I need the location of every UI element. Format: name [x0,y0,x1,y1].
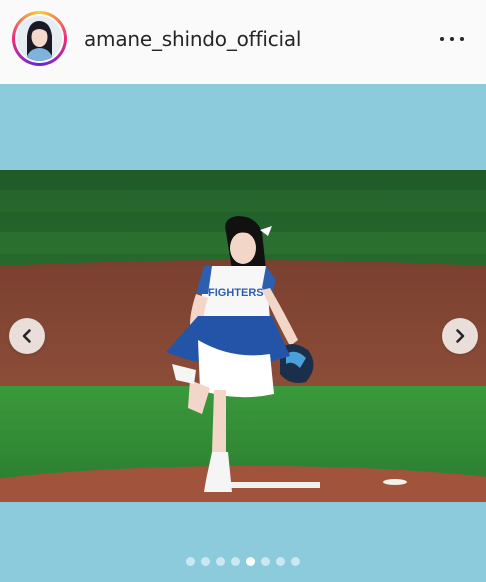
carousel-prev-button[interactable] [9,318,45,354]
carousel-dot [231,556,240,566]
more-options-icon[interactable] [436,27,468,51]
story-ring[interactable] [12,11,67,66]
carousel-next-button[interactable] [442,318,478,354]
chevron-left-icon [22,329,31,343]
carousel-dot-active [246,556,255,566]
photo-letterbox-top [0,84,486,170]
chevron-right-icon [456,329,465,343]
username[interactable]: amane_shindo_official [84,27,301,51]
carousel-indicator [0,555,486,567]
post-photo[interactable]: FIGHTERS [0,170,486,502]
carousel-dot [186,556,195,566]
baseball-pitch-photo: FIGHTERS [0,170,486,502]
post-header: amane_shindo_official [0,0,486,84]
carousel-dot [201,556,210,566]
carousel-dot [276,556,285,566]
carousel-dot [261,556,270,566]
avatar-photo [17,16,62,61]
svg-text:FIGHTERS: FIGHTERS [208,287,264,299]
avatar[interactable] [17,16,62,61]
photo-letterbox-bottom [0,502,486,582]
carousel-dot [216,556,225,566]
carousel-dot [291,556,300,566]
